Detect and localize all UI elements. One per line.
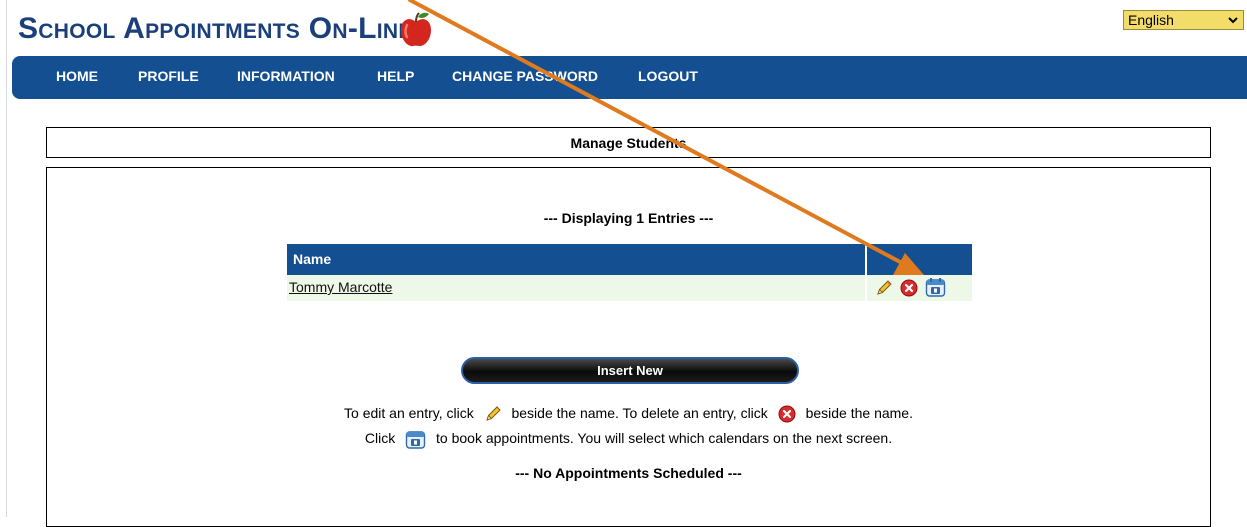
student-name-link[interactable]: Tommy Marcotte bbox=[289, 279, 392, 295]
help-text-edit-delete: To edit an entry, click beside the name.… bbox=[47, 405, 1210, 423]
help-book-prefix: Click bbox=[364, 430, 396, 447]
delete-x-icon[interactable] bbox=[900, 279, 918, 297]
students-panel: --- Displaying 1 Entries --- Name Tommy … bbox=[46, 167, 1211, 527]
table-header-actions bbox=[867, 244, 972, 275]
nav-home[interactable]: HOME bbox=[56, 56, 98, 99]
help-delete-suffix: beside the name. bbox=[805, 405, 913, 421]
language-select-value: English bbox=[1128, 12, 1174, 28]
site-logo-text[interactable]: School Appointments On-Line bbox=[18, 11, 413, 47]
insert-new-button[interactable]: Insert New bbox=[461, 357, 799, 384]
delete-x-icon bbox=[778, 405, 796, 423]
nav-help[interactable]: HELP bbox=[377, 56, 414, 99]
calendar-book-icon bbox=[405, 431, 426, 449]
help-edit-suffix: beside the name. To delete an entry, cli… bbox=[511, 405, 768, 421]
main-nav-bar: HOME PROFILE INFORMATION HELP CHANGE PAS… bbox=[12, 56, 1247, 99]
table-header-name: Name bbox=[287, 244, 865, 275]
help-edit-prefix: To edit an entry, click bbox=[344, 405, 474, 421]
apple-logo-icon bbox=[401, 12, 431, 47]
entries-count-text: --- Displaying 1 Entries --- bbox=[543, 210, 714, 226]
help-book-suffix: to book appointments. You will select wh… bbox=[436, 430, 893, 447]
calendar-book-icon[interactable] bbox=[925, 277, 946, 298]
chevron-down-icon bbox=[1228, 17, 1238, 24]
nav-logout[interactable]: LOGOUT bbox=[638, 56, 698, 99]
panel-title: Manage Students bbox=[46, 127, 1211, 158]
page-left-border bbox=[6, 0, 7, 517]
table-row-actions bbox=[867, 275, 972, 301]
nav-change-password[interactable]: CHANGE PASSWORD bbox=[452, 56, 598, 99]
language-select[interactable]: English bbox=[1123, 10, 1244, 30]
nav-information[interactable]: INFORMATION bbox=[237, 56, 335, 99]
nav-profile[interactable]: PROFILE bbox=[138, 56, 199, 99]
table-row: Tommy Marcotte bbox=[287, 275, 865, 301]
no-appointments-text: --- No Appointments Scheduled --- bbox=[515, 465, 742, 481]
pencil-edit-icon bbox=[485, 406, 501, 422]
pencil-edit-icon[interactable] bbox=[875, 279, 893, 297]
help-text-book: Click to book appointments. You will sel… bbox=[47, 429, 1210, 450]
